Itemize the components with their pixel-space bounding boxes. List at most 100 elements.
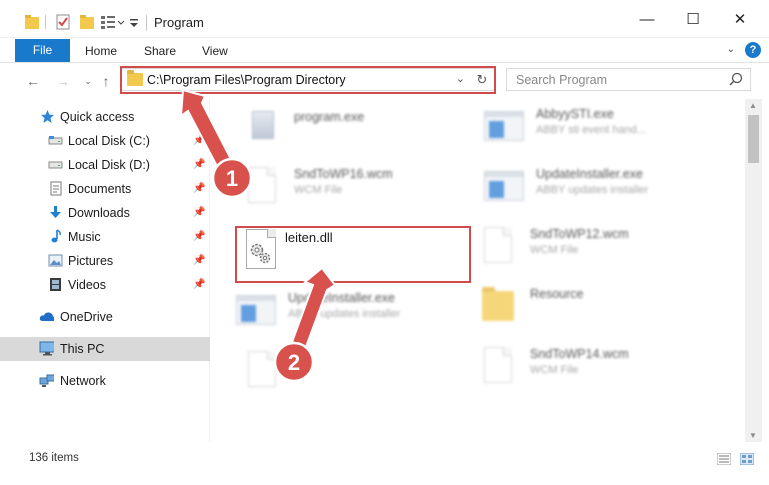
large-icons-view-icon[interactable] bbox=[740, 453, 754, 465]
vertical-scrollbar[interactable]: ▲ ▼ bbox=[745, 99, 762, 442]
documents-icon bbox=[50, 181, 62, 196]
list-item[interactable]: AbbyySTI.exe ABBY sti event hand... bbox=[484, 103, 724, 159]
scrollbar-thumb[interactable] bbox=[748, 115, 759, 163]
monitor-icon bbox=[39, 341, 54, 356]
sidebar-item-label: Local Disk (C:) bbox=[68, 134, 150, 148]
close-button[interactable]: ✕ bbox=[730, 10, 750, 30]
title-divider bbox=[146, 15, 147, 31]
file-name: UpdateInstaller.exe bbox=[536, 167, 644, 181]
file-type: WCM File bbox=[530, 244, 579, 256]
file-name: SndToWP16.wcm bbox=[294, 167, 393, 181]
sidebar-item-label: OneDrive bbox=[60, 310, 113, 324]
chevron-down-icon[interactable] bbox=[117, 13, 125, 31]
properties-checkmark-icon[interactable] bbox=[55, 13, 71, 31]
scroll-down-icon[interactable]: ▼ bbox=[749, 431, 757, 440]
file-name: AbbyySTI.exe bbox=[536, 107, 614, 121]
drive-icon bbox=[48, 161, 63, 169]
window-title: Program bbox=[154, 15, 204, 30]
sidebar-item-local-disk-d[interactable]: Local Disk (D:) 📌 bbox=[0, 153, 210, 177]
file-name: program.exe bbox=[294, 110, 365, 124]
sidebar-item-label: Music bbox=[68, 230, 101, 244]
search-box[interactable]: Search Program bbox=[506, 68, 751, 91]
tab-share[interactable]: Share bbox=[144, 44, 176, 58]
exe-icon bbox=[242, 105, 282, 153]
file-type: WCM File bbox=[294, 184, 343, 196]
sidebar-item-downloads[interactable]: Downloads 📌 bbox=[0, 201, 210, 225]
scroll-up-icon[interactable]: ▲ bbox=[749, 101, 757, 110]
file-type: ABBY updates installer bbox=[536, 184, 649, 196]
back-arrow-icon[interactable]: ← bbox=[24, 72, 42, 90]
minimize-button[interactable]: — bbox=[637, 10, 657, 30]
list-item[interactable]: SndToWP16.wcm WCM File bbox=[242, 163, 482, 219]
file-name: UpdateInstaller.exe bbox=[288, 291, 396, 305]
sidebar-item-pictures[interactable]: Pictures 📌 bbox=[0, 249, 210, 273]
file-name: Resource bbox=[530, 287, 584, 301]
ribbon-tabs: File Home Share View ⌄ ? bbox=[0, 38, 769, 63]
sidebar-item-local-disk-c[interactable]: Local Disk (C:) 📌 bbox=[0, 129, 210, 153]
address-highlight-box bbox=[120, 66, 496, 94]
pin-icon[interactable]: 📌 bbox=[193, 207, 205, 218]
list-item[interactable]: SndToWP12.wcm WCM File bbox=[478, 223, 718, 279]
recent-locations-icon[interactable]: ⌄ bbox=[79, 72, 97, 90]
app-window-icon bbox=[236, 289, 276, 337]
sidebar-item-label: Videos bbox=[68, 278, 106, 292]
search-input[interactable]: Search Program bbox=[516, 73, 607, 87]
new-folder-icon[interactable] bbox=[79, 13, 95, 31]
tab-home[interactable]: Home bbox=[85, 44, 117, 58]
item-count: 136 items bbox=[29, 452, 79, 464]
pin-icon[interactable]: 📌 bbox=[193, 159, 205, 170]
file-type: ABBY sti event hand... bbox=[536, 124, 646, 136]
pin-icon[interactable]: 📌 bbox=[193, 255, 205, 266]
drive-icon bbox=[48, 136, 63, 145]
list-item[interactable] bbox=[242, 347, 482, 403]
list-item[interactable]: UpdateInstaller.exe ABBY updates install… bbox=[236, 287, 476, 343]
forward-arrow-icon[interactable]: → bbox=[54, 72, 72, 90]
customize-list-icon[interactable] bbox=[99, 13, 117, 31]
blank-document-icon bbox=[242, 349, 282, 397]
status-bar: 136 items bbox=[0, 442, 769, 485]
sidebar-item-onedrive[interactable]: OneDrive bbox=[0, 305, 210, 329]
network-icon bbox=[39, 374, 54, 387]
maximize-button[interactable]: ☐ bbox=[683, 10, 703, 30]
help-icon[interactable]: ? bbox=[745, 42, 761, 58]
file-type: WCM File bbox=[530, 364, 579, 376]
title-bar: Program — ☐ ✕ bbox=[0, 0, 769, 38]
sidebar-item-label: Pictures bbox=[68, 254, 114, 268]
list-item[interactable]: Resource bbox=[478, 283, 718, 339]
sidebar-item-network[interactable]: Network bbox=[0, 369, 210, 393]
app-window-icon bbox=[484, 165, 524, 213]
blank-document-icon bbox=[478, 345, 518, 393]
music-note-icon bbox=[51, 229, 61, 243]
pin-icon[interactable]: 📌 bbox=[193, 135, 205, 146]
tab-view[interactable]: View bbox=[202, 44, 228, 58]
pin-icon[interactable]: 📌 bbox=[193, 279, 205, 290]
cloud-icon bbox=[39, 312, 54, 321]
sidebar-item-label: Network bbox=[60, 374, 106, 388]
pin-icon[interactable]: 📌 bbox=[193, 183, 205, 194]
folder-icon[interactable] bbox=[24, 13, 40, 31]
pin-icon[interactable]: 📌 bbox=[193, 231, 205, 242]
sidebar-item-videos[interactable]: Videos 📌 bbox=[0, 273, 210, 297]
sidebar-item-documents[interactable]: Documents 📌 bbox=[0, 177, 210, 201]
sidebar-item-label: Documents bbox=[68, 182, 132, 196]
file-name: SndToWP12.wcm bbox=[530, 227, 629, 241]
search-icon[interactable] bbox=[729, 72, 743, 88]
expand-ribbon-icon[interactable]: ⌄ bbox=[727, 44, 735, 55]
sidebar-item-label: Quick access bbox=[60, 110, 135, 124]
up-arrow-icon[interactable]: ↑ bbox=[97, 72, 115, 90]
file-type: ABBY updates installer bbox=[288, 308, 401, 320]
quick-access-dropdown-icon[interactable] bbox=[128, 13, 140, 31]
sidebar-item-this-pc[interactable]: This PC bbox=[0, 337, 210, 361]
tab-file[interactable]: File bbox=[15, 39, 70, 62]
film-icon bbox=[50, 278, 61, 291]
sidebar-item-music[interactable]: Music 📌 bbox=[0, 225, 210, 249]
app-window-icon bbox=[484, 105, 524, 153]
list-item[interactable]: UpdateInstaller.exe ABBY updates install… bbox=[484, 163, 724, 219]
blank-document-icon bbox=[478, 225, 518, 273]
blank-document-icon bbox=[242, 165, 282, 213]
details-view-icon[interactable] bbox=[717, 453, 731, 465]
sidebar-item-quick-access[interactable]: Quick access bbox=[0, 105, 210, 129]
list-item[interactable]: SndToWP14.wcm WCM File bbox=[478, 343, 718, 399]
list-item[interactable]: program.exe bbox=[242, 103, 482, 159]
download-arrow-icon bbox=[50, 206, 61, 218]
